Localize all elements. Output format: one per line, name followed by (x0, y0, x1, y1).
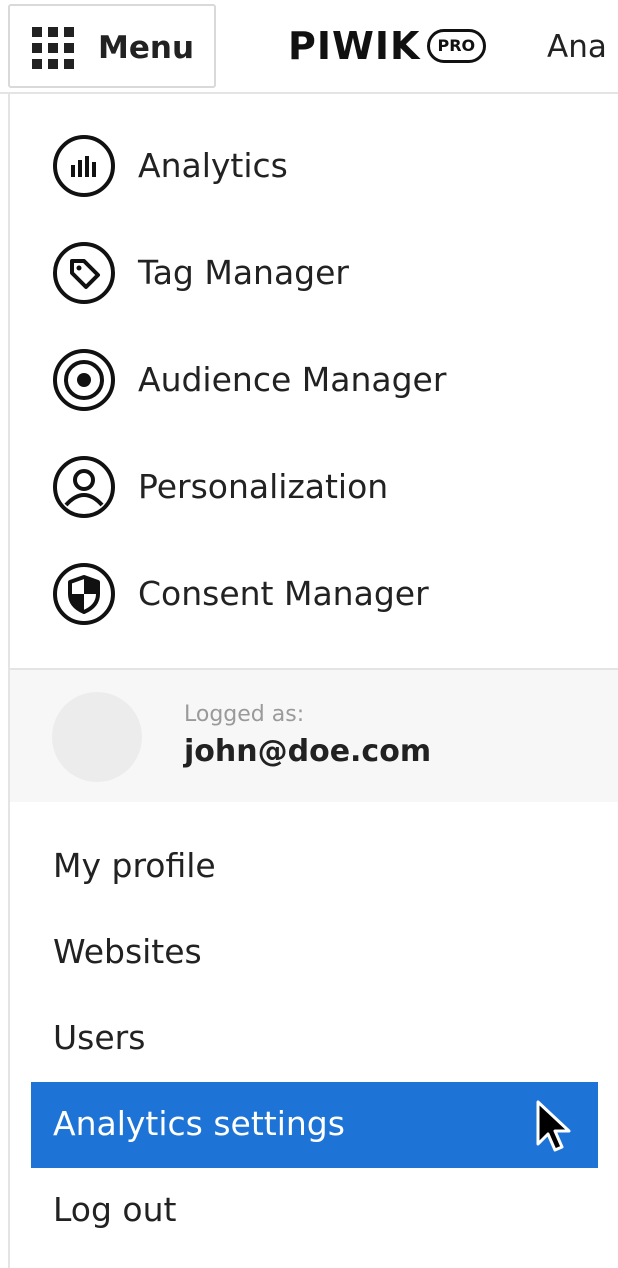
link-label: Analytics settings (53, 1104, 345, 1143)
piwik-pro-logo[interactable]: PIWIK PRO (288, 22, 487, 70)
shield-icon (53, 562, 115, 625)
app-label: Analytics (138, 145, 288, 185)
user-circle-icon (53, 455, 115, 518)
app-list: Analytics Tag Manager Audience Manager P… (10, 112, 618, 647)
link-label: Log out (53, 1190, 177, 1229)
app-label: Consent Manager (138, 573, 429, 613)
link-users[interactable]: Users (10, 996, 618, 1082)
tag-icon (53, 241, 115, 304)
link-log-out[interactable]: Log out (10, 1168, 618, 1254)
app-item-audience-manager[interactable]: Audience Manager (10, 326, 618, 433)
avatar (52, 692, 142, 782)
app-item-consent-manager[interactable]: Consent Manager (10, 540, 618, 647)
account-links: My profile Websites Users Analytics sett… (10, 824, 618, 1254)
link-websites[interactable]: Websites (10, 910, 618, 996)
link-analytics-settings[interactable]: Analytics settings (31, 1082, 598, 1168)
target-icon (53, 348, 115, 411)
user-email: john@doe.com (184, 734, 432, 769)
link-label: Websites (53, 932, 202, 971)
app-label: Personalization (138, 466, 389, 506)
product-name: Ana (547, 29, 607, 65)
logged-as-label: Logged as: (184, 702, 305, 727)
app-item-personalization[interactable]: Personalization (10, 433, 618, 540)
logo-badge: PRO (426, 29, 487, 63)
link-label: My profile (53, 846, 216, 885)
app-item-tag-manager[interactable]: Tag Manager (10, 219, 618, 326)
analytics-icon (53, 134, 115, 197)
grid-icon (32, 27, 74, 69)
app-label: Tag Manager (138, 252, 350, 292)
app-item-analytics[interactable]: Analytics (10, 112, 618, 219)
user-info: Logged as: john@doe.com (10, 670, 618, 802)
top-bar: Menu PIWIK PRO Ana (0, 0, 618, 94)
logo-text: PIWIK (288, 24, 421, 68)
link-label: Users (53, 1018, 146, 1057)
app-label: Audience Manager (138, 359, 447, 399)
mouse-pointer-icon (536, 1100, 571, 1152)
menu-label: Menu (98, 30, 195, 66)
link-my-profile[interactable]: My profile (10, 824, 618, 910)
menu-button[interactable]: Menu (8, 4, 216, 88)
